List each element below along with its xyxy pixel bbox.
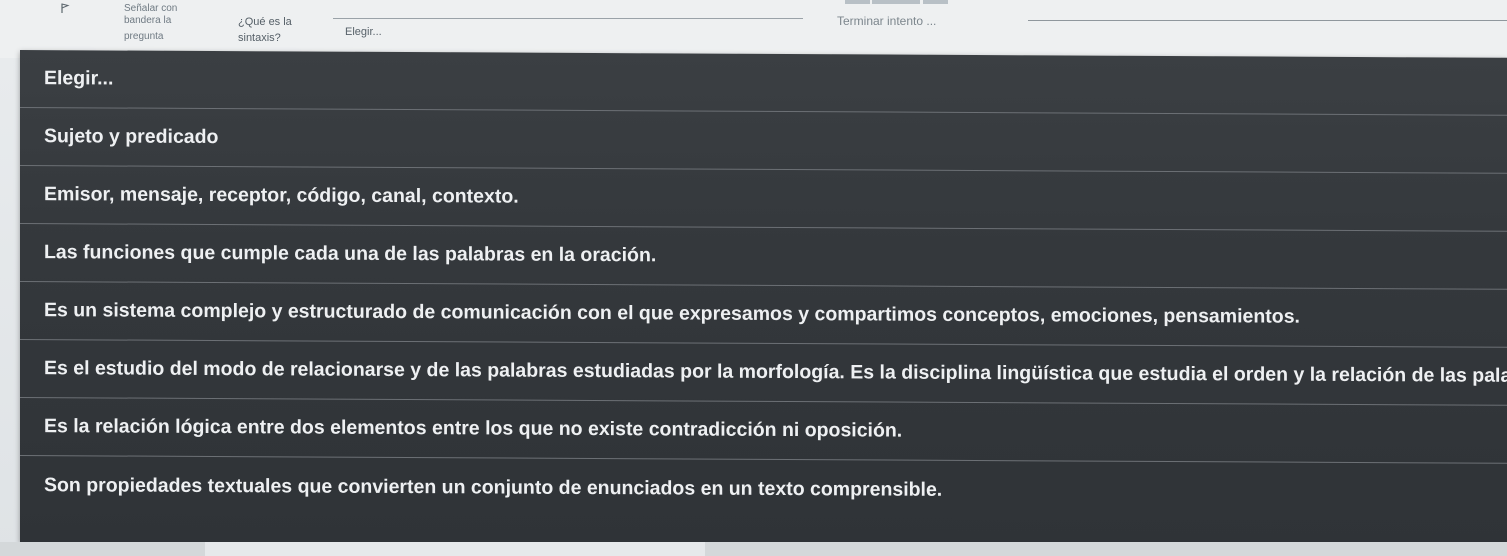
nav-tab-marker [845, 0, 870, 4]
nav-tab-marker [923, 0, 948, 4]
dropdown-option[interactable]: Es la relación lógica entre dos elemento… [20, 398, 1507, 464]
divider [1028, 20, 1507, 21]
answer-dropdown-list: Elegir... Sujeto y predicado Emisor, men… [20, 50, 1507, 550]
dropdown-option[interactable]: Es un sistema complejo y estructurado de… [20, 282, 1507, 348]
flag-question-label[interactable]: pregunta [124, 31, 163, 42]
dropdown-option[interactable]: Es el estudio del modo de relacionarse y… [20, 340, 1507, 406]
dropdown-option[interactable]: Sujeto y predicado [20, 108, 1507, 174]
quiz-page: Señalar con bandera la pregunta ¿Qué es … [0, 0, 1507, 556]
question-prompt: ¿Qué es la [238, 16, 292, 28]
page-footer-panel [205, 542, 705, 556]
dropdown-option[interactable]: Las funciones que cumple cada una de las… [20, 224, 1507, 290]
question-prompt: sintaxis? [238, 32, 281, 44]
flag-question-label[interactable]: Señalar con [124, 3, 177, 14]
flag-icon[interactable] [60, 3, 70, 14]
dropdown-option[interactable]: Emisor, mensaje, receptor, código, canal… [20, 166, 1507, 232]
answer-select[interactable]: Elegir... [333, 18, 803, 44]
nav-tab-marker [872, 0, 920, 4]
dropdown-option[interactable]: Son propiedades textuales que convierten… [20, 456, 1507, 522]
finish-attempt-link[interactable]: Terminar intento ... [837, 14, 936, 28]
flag-question-label[interactable]: bandera la [124, 15, 171, 26]
dropdown-option[interactable]: Elegir... [20, 50, 1507, 116]
question-header: Señalar con bandera la pregunta ¿Qué es … [0, 0, 1507, 58]
